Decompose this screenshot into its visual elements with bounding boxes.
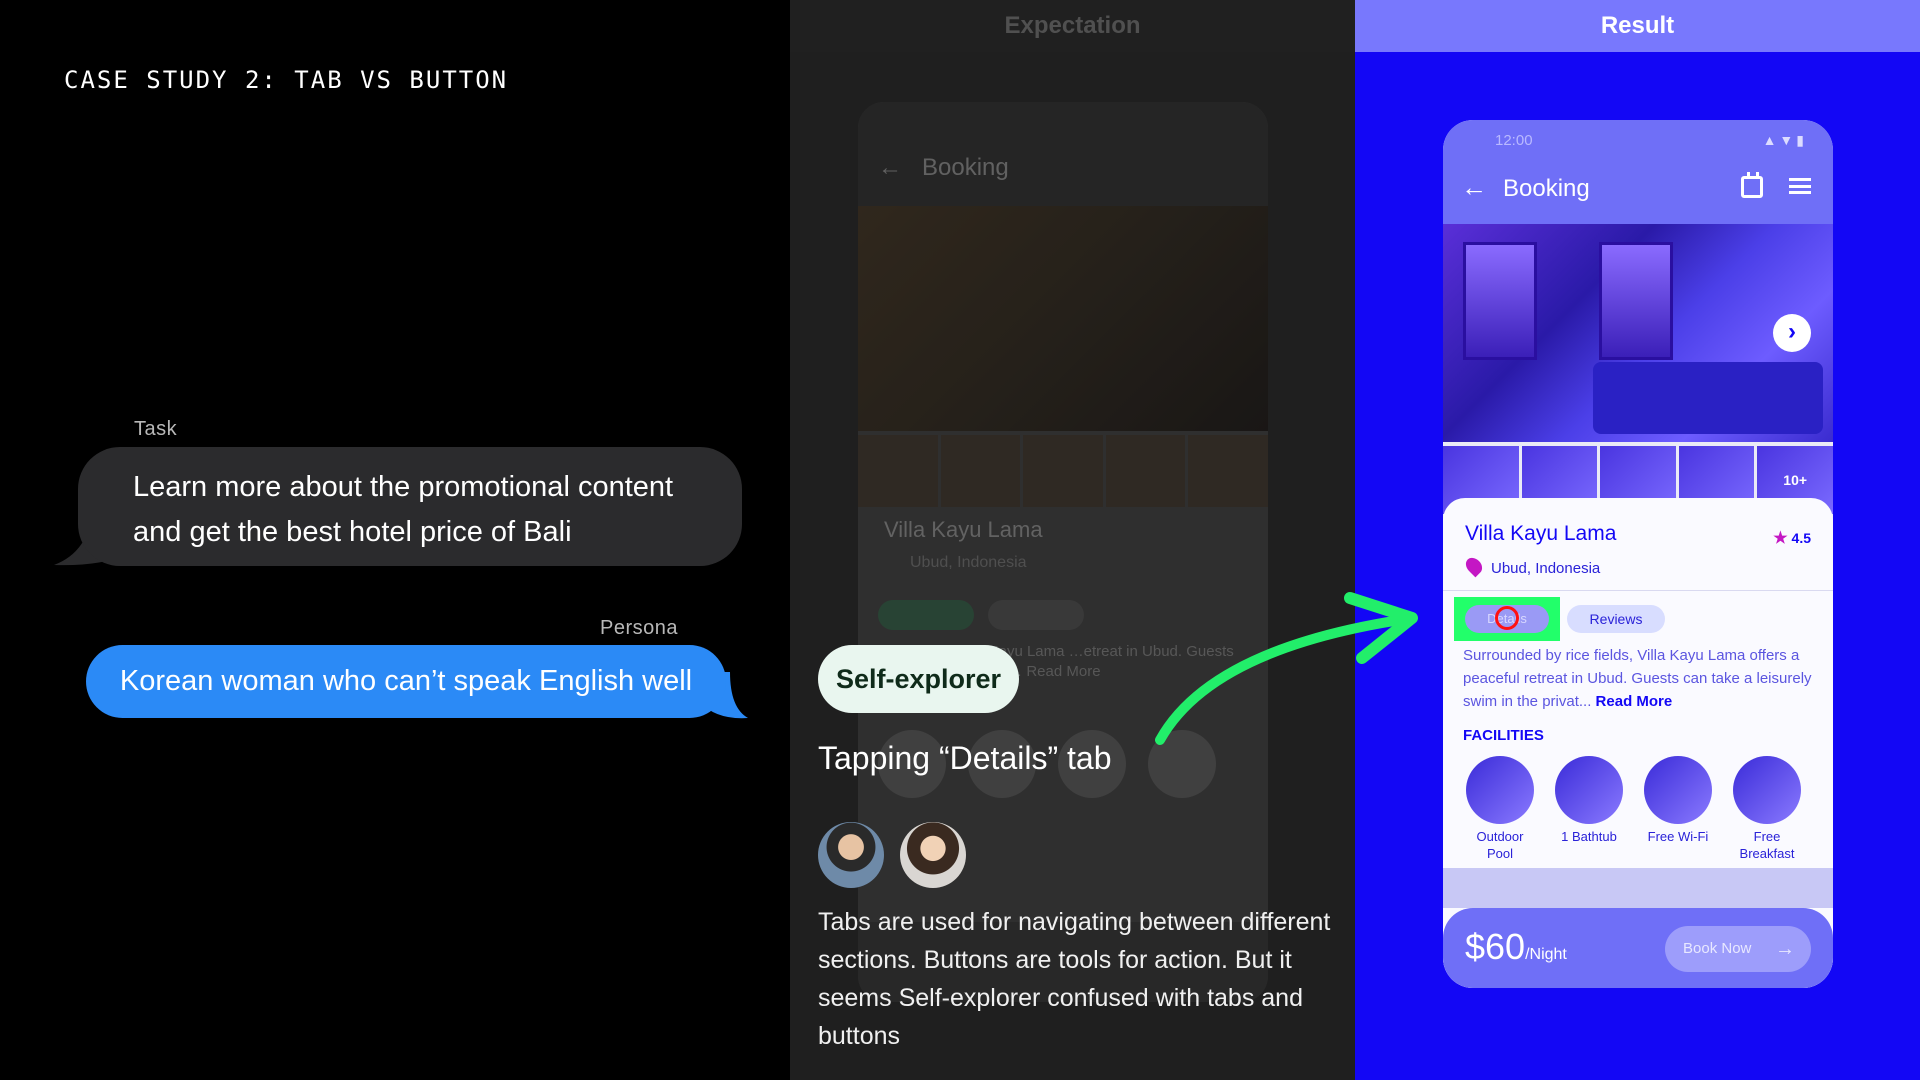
window-shape (1599, 242, 1673, 360)
hotel-description: Surrounded by rice fields, Villa Kayu La… (1463, 644, 1819, 713)
price: $60/Night (1465, 926, 1567, 968)
ghost-thumbnails (858, 435, 1268, 507)
tap-marker (1495, 606, 1519, 630)
facility-label: 1 Bathtub (1561, 829, 1617, 844)
facility-item[interactable]: 1 Bathtub (1554, 756, 1624, 862)
facility-label: Free Breakfast (1739, 829, 1795, 861)
star-icon: ★ (1773, 530, 1788, 547)
ghost-hotel-name: Villa Kayu Lama (884, 517, 1043, 542)
app-title: Booking (1503, 175, 1590, 202)
ghost-tab-reviews (988, 600, 1084, 630)
status-time: 12:00 (1495, 132, 1533, 149)
book-now-button[interactable]: Book Now → (1665, 926, 1811, 972)
ghost-location: Ubud, Indonesia (910, 554, 1027, 571)
hotel-photo: › (1443, 224, 1833, 442)
pool-icon (1466, 756, 1534, 824)
author-avatar-2 (900, 822, 966, 888)
task-bubble: Learn more about the promotional content… (78, 447, 742, 566)
connector-arrow-icon (1155, 592, 1418, 745)
facility-item[interactable]: Free Breakfast (1732, 756, 1802, 862)
wifi-icon (1644, 756, 1712, 824)
menu-icon[interactable] (1789, 178, 1811, 194)
hotel-name: Villa Kayu Lama (1465, 522, 1617, 545)
bathtub-icon (1555, 756, 1623, 824)
divider (1443, 590, 1833, 591)
status-icons: ▲▼▮ (1762, 132, 1807, 148)
case-study-title: CASE STUDY 2: TAB VS BUTTON (64, 66, 509, 94)
facilities-list: Outdoor Pool 1 Bathtub Free Wi-Fi Free B… (1465, 756, 1802, 862)
slide: CASE STUDY 2: TAB VS BUTTON Task Learn m… (0, 0, 1920, 1080)
phone-screenshot: 12:00 ▲▼▮ ← Booking › 10+ Villa Kayu Lam… (1443, 120, 1833, 988)
left-panel: CASE STUDY 2: TAB VS BUTTON Task Learn m… (0, 0, 790, 1080)
ghost-tab-details (878, 600, 974, 630)
price-unit: /Night (1525, 946, 1567, 963)
agent-badge: Self-explorer (818, 645, 1020, 713)
window-shape (1463, 242, 1537, 360)
action-title: Tapping “Details” tab (818, 740, 1112, 776)
bed-shape (1593, 362, 1823, 434)
facility-item[interactable]: Free Wi-Fi (1643, 756, 1713, 862)
map-preview[interactable] (1443, 868, 1833, 908)
rating-value: 4.5 (1791, 530, 1811, 546)
facilities-heading: FACILITIES (1463, 727, 1544, 744)
task-label: Task (134, 418, 178, 440)
ghost-hotel-photo (858, 206, 1268, 431)
read-more-link[interactable]: Read More (1596, 693, 1673, 710)
rating: ★ 4.5 (1773, 528, 1811, 548)
breakfast-icon (1733, 756, 1801, 824)
tab-reviews[interactable]: Reviews (1567, 605, 1665, 633)
ghost-title: Booking (922, 154, 1009, 181)
back-arrow-icon[interactable]: ← (1461, 172, 1487, 203)
explanation-text: Tabs are used for navigating between dif… (818, 908, 1331, 1050)
arrow-right-icon: → (1775, 938, 1795, 960)
persona-bubble: Korean woman who can’t speak English wel… (86, 645, 726, 718)
expectation-panel: Expectation ← Booking Villa Kayu Lama Ub… (790, 0, 1355, 1080)
author-avatar-1 (818, 822, 884, 888)
hotel-location: Ubud, Indonesia (1491, 560, 1601, 577)
ghost-app-bar: ← Booking (858, 102, 1268, 206)
next-photo-button[interactable]: › (1773, 314, 1811, 352)
persona-label: Persona (600, 617, 678, 639)
back-arrow-icon: ← (878, 154, 902, 181)
facility-item[interactable]: Outdoor Pool (1465, 756, 1535, 862)
result-header: Result (1355, 0, 1920, 52)
book-now-label: Book Now (1683, 940, 1752, 957)
facility-label: Free Wi-Fi (1647, 829, 1709, 844)
facility-label: Outdoor Pool (1476, 829, 1524, 861)
result-panel: Result 12:00 ▲▼▮ ← Booking › 10+ Villa K… (1355, 0, 1920, 1080)
price-value: $60 (1465, 926, 1526, 967)
expectation-header: Expectation (790, 0, 1355, 52)
calendar-icon[interactable] (1741, 172, 1763, 198)
